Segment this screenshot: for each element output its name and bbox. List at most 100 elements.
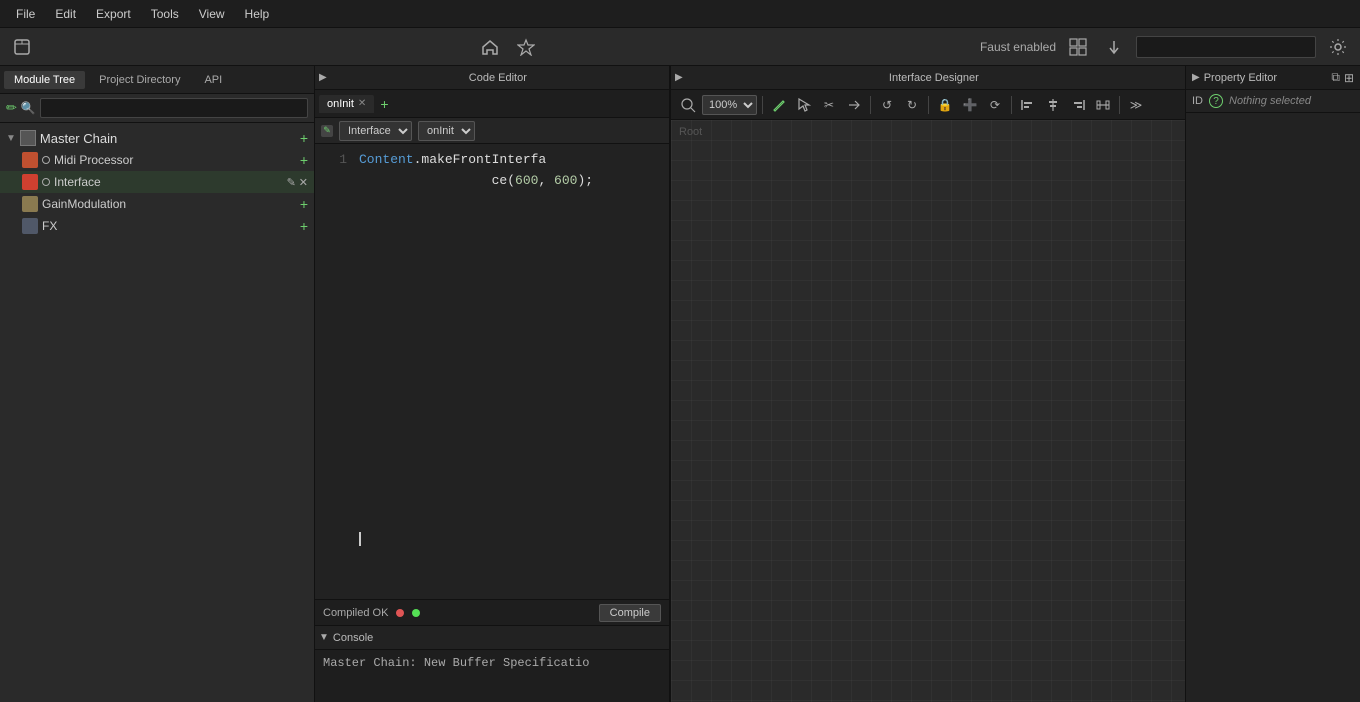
menu-tools[interactable]: Tools <box>143 5 187 23</box>
draw-tool-button[interactable] <box>768 94 790 116</box>
cut-tool-button[interactable]: ✂ <box>818 94 840 116</box>
property-editor-header: ▶ Property Editor ⧉ ⊞ <box>1186 66 1360 90</box>
property-copy-button[interactable]: ⧉ <box>1331 70 1340 85</box>
gain-mod-color-box <box>22 196 38 212</box>
interface-label: Interface <box>54 175 283 189</box>
code-editor-title: Code Editor <box>331 72 665 84</box>
add-midi-processor-button[interactable]: + <box>300 152 308 168</box>
search-icon[interactable]: 🔍 <box>21 101 36 115</box>
midi-processor-color-box <box>22 152 38 168</box>
zoom-fit-button[interactable] <box>677 94 699 116</box>
code-text-1: Content.makeFrontInterfa ce(600, 600); <box>359 150 593 192</box>
zoom-select[interactable]: 100% <box>702 95 757 115</box>
align-left-button[interactable] <box>1017 94 1039 116</box>
new-window-button[interactable] <box>8 33 36 61</box>
property-editor-title: Property Editor <box>1204 72 1328 84</box>
menu-help[interactable]: Help <box>237 5 278 23</box>
property-paste-button[interactable]: ⊞ <box>1344 71 1354 85</box>
status-dot-green <box>412 609 420 617</box>
code-editor-collapse-icon[interactable]: ▶ <box>319 72 327 83</box>
interface-delete-button[interactable]: ✕ <box>299 176 308 189</box>
undo-button[interactable]: ↺ <box>876 94 898 116</box>
chain-icon <box>20 130 36 146</box>
code-editor-header: ▶ Code Editor <box>315 66 669 90</box>
compile-button[interactable]: Compile <box>599 604 661 622</box>
interface-designer-title: Interface Designer <box>687 72 1181 84</box>
status-dot-red <box>396 609 404 617</box>
lock-button[interactable]: 🔒 <box>934 94 956 116</box>
distribute-button[interactable] <box>1092 94 1114 116</box>
canvas-root-label: Root <box>679 126 702 138</box>
pointer-tool-button[interactable] <box>793 94 815 116</box>
home-button[interactable] <box>476 33 504 61</box>
designer-canvas[interactable]: Root <box>671 120 1185 702</box>
menu-edit[interactable]: Edit <box>47 5 84 23</box>
interface-edit-button[interactable]: ✎ <box>287 176 296 189</box>
collapse-arrow-icon: ▼ <box>6 133 16 144</box>
tree-item-gain-modulation[interactable]: GainModulation + <box>0 193 314 215</box>
left-tabs: Module Tree Project Directory API <box>0 66 314 94</box>
star-button[interactable] <box>512 33 540 61</box>
cursor-line-num <box>323 532 347 546</box>
right-section: ▶ Interface Designer 100% <box>670 66 1360 702</box>
add-to-chain-button[interactable]: + <box>300 130 308 146</box>
tab-api[interactable]: API <box>194 71 232 89</box>
menu-view[interactable]: View <box>191 5 233 23</box>
designer-collapse-icon[interactable]: ▶ <box>675 72 683 83</box>
property-help-icon[interactable]: ? <box>1209 94 1223 108</box>
tree-item-interface[interactable]: Interface ✎ ✕ <box>0 171 314 193</box>
add-fx-button[interactable]: + <box>300 218 308 234</box>
tab-module-tree[interactable]: Module Tree <box>4 71 85 89</box>
more-tools-button[interactable]: ≫ <box>1125 94 1147 116</box>
toolbar-search-input[interactable] <box>1136 36 1316 58</box>
tree-root-master-chain[interactable]: ▼ Master Chain + <box>0 127 314 149</box>
menu-export[interactable]: Export <box>88 5 139 23</box>
console-header: ▼ Console <box>315 626 669 650</box>
fx-label: FX <box>42 219 296 233</box>
grid-button[interactable] <box>1064 33 1092 61</box>
loop-tool-button[interactable]: ⟳ <box>984 94 1006 116</box>
code-tab-oninit[interactable]: onInit ✕ <box>319 95 374 113</box>
interface-dot <box>42 178 50 186</box>
code-selectors: ✎ Interface onInit <box>315 118 669 144</box>
console-text: Master Chain: New Buffer Specificatio <box>323 656 589 670</box>
text-cursor <box>359 532 361 546</box>
console-collapse-icon[interactable]: ▼ <box>319 632 329 643</box>
pencil-icon[interactable]: ✏ <box>6 100 17 116</box>
settings-button[interactable] <box>1324 33 1352 61</box>
code-statusbar: Compiled OK Compile <box>315 599 669 625</box>
tree-item-fx[interactable]: FX + <box>0 215 314 237</box>
code-editor: ▶ Code Editor onInit ✕ + ✎ Interface <box>315 66 669 626</box>
interface-designer-header: ▶ Interface Designer <box>671 66 1185 90</box>
compiled-status: Compiled OK <box>323 607 388 619</box>
toolbar: Faust enabled <box>0 28 1360 66</box>
master-chain-label: Master Chain <box>40 131 296 146</box>
fx-color-box <box>22 218 38 234</box>
plus-tool-button[interactable]: ➕ <box>959 94 981 116</box>
arrow-tool-button[interactable] <box>843 94 865 116</box>
property-editor-panel: ▶ Property Editor ⧉ ⊞ ID ? Nothing selec… <box>1185 66 1360 702</box>
add-code-tab-button[interactable]: + <box>380 96 388 112</box>
toolbar-separator-4 <box>1011 96 1012 114</box>
property-collapse-icon[interactable]: ▶ <box>1192 72 1200 83</box>
menu-file[interactable]: File <box>8 5 43 23</box>
main-area: Module Tree Project Directory API ✏ 🔍 ▼ … <box>0 66 1360 702</box>
scope-selector[interactable]: onInit <box>418 121 475 141</box>
console-title: Console <box>333 632 373 644</box>
align-right-button[interactable] <box>1067 94 1089 116</box>
faust-label: Faust enabled <box>980 40 1056 54</box>
tree-item-midi-processor[interactable]: Midi Processor + <box>0 149 314 171</box>
redo-button[interactable]: ↻ <box>901 94 923 116</box>
align-center-button[interactable] <box>1042 94 1064 116</box>
arrow-down-button[interactable] <box>1100 33 1128 61</box>
code-tab-bar: onInit ✕ + <box>315 90 669 118</box>
tab-project-directory[interactable]: Project Directory <box>89 71 190 89</box>
midi-processor-dot <box>42 156 50 164</box>
tree-search-input[interactable] <box>40 98 308 118</box>
code-tab-close-button[interactable]: ✕ <box>358 98 366 109</box>
file-selector[interactable]: Interface <box>339 121 412 141</box>
nothing-selected-label: Nothing selected <box>1229 95 1354 107</box>
add-gain-mod-button[interactable]: + <box>300 196 308 212</box>
designer-toolbar: 100% ✂ <box>671 90 1185 120</box>
code-content[interactable]: 1 Content.makeFrontInterfa ce(600, 600); <box>315 144 669 599</box>
